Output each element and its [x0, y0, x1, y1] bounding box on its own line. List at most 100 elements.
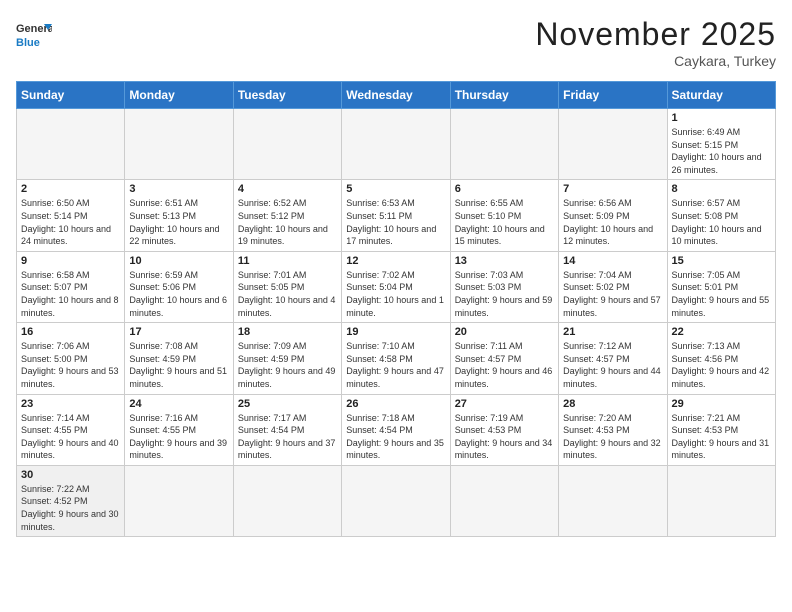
day-info: Sunrise: 7:02 AM Sunset: 5:04 PM Dayligh… — [346, 269, 445, 319]
logo: General Blue — [16, 16, 52, 52]
day-info: Sunrise: 7:14 AM Sunset: 4:55 PM Dayligh… — [21, 412, 120, 462]
day-info: Sunrise: 7:10 AM Sunset: 4:58 PM Dayligh… — [346, 340, 445, 390]
calendar-cell: 26Sunrise: 7:18 AM Sunset: 4:54 PM Dayli… — [342, 394, 450, 465]
day-number: 28 — [563, 398, 662, 410]
day-info: Sunrise: 7:22 AM Sunset: 4:52 PM Dayligh… — [21, 483, 120, 533]
page-header: General Blue November 2025 Caykara, Turk… — [16, 16, 776, 69]
logo-icon: General Blue — [16, 16, 52, 52]
day-number: 8 — [672, 183, 771, 195]
day-number: 29 — [672, 398, 771, 410]
day-info: Sunrise: 6:50 AM Sunset: 5:14 PM Dayligh… — [21, 197, 120, 247]
calendar-cell — [233, 465, 341, 536]
weekday-header-wednesday: Wednesday — [342, 82, 450, 109]
day-info: Sunrise: 7:01 AM Sunset: 5:05 PM Dayligh… — [238, 269, 337, 319]
day-number: 27 — [455, 398, 554, 410]
weekday-header-row: SundayMondayTuesdayWednesdayThursdayFrid… — [17, 82, 776, 109]
calendar-cell: 4Sunrise: 6:52 AM Sunset: 5:12 PM Daylig… — [233, 180, 341, 251]
svg-text:Blue: Blue — [16, 37, 40, 49]
day-info: Sunrise: 6:58 AM Sunset: 5:07 PM Dayligh… — [21, 269, 120, 319]
calendar-week-row: 30 Sunrise: 7:22 AM Sunset: 4:52 PM Dayli… — [17, 465, 776, 536]
calendar-cell — [559, 465, 667, 536]
day-number: 16 — [21, 326, 120, 338]
weekday-header-sunday: Sunday — [17, 82, 125, 109]
calendar-cell: 12 Sunrise: 7:02 AM Sunset: 5:04 PM Dayli… — [342, 251, 450, 322]
calendar-cell — [559, 109, 667, 180]
calendar-cell: 13Sunrise: 7:03 AM Sunset: 5:03 PM Dayli… — [450, 251, 558, 322]
calendar-cell: 28 Sunrise: 7:20 AM Sunset: 4:53 PM Dayli… — [559, 394, 667, 465]
day-number: 2 — [21, 183, 120, 195]
day-info: Sunrise: 6:52 AM Sunset: 5:12 PM Dayligh… — [238, 197, 337, 247]
calendar-cell: 1 Sunrise: 6:49 AM Sunset: 5:15 PM Daylig… — [667, 109, 775, 180]
calendar-cell — [450, 109, 558, 180]
day-info: Sunrise: 6:49 AM Sunset: 5:15 PM Dayligh… — [672, 126, 771, 176]
day-info: Sunrise: 7:18 AM Sunset: 4:54 PM Dayligh… — [346, 412, 445, 462]
calendar-cell: 18 Sunrise: 7:09 AM Sunset: 4:59 PM Dayli… — [233, 323, 341, 394]
calendar-cell: 6 Sunrise: 6:55 AM Sunset: 5:10 PM Daylig… — [450, 180, 558, 251]
day-info: Sunrise: 7:06 AM Sunset: 5:00 PM Dayligh… — [21, 340, 120, 390]
day-number: 12 — [346, 255, 445, 267]
day-number: 7 — [563, 183, 662, 195]
calendar-cell — [450, 465, 558, 536]
calendar-cell — [667, 465, 775, 536]
day-info: Sunrise: 6:55 AM Sunset: 5:10 PM Dayligh… — [455, 197, 554, 247]
calendar-cell: 22 Sunrise: 7:13 AM Sunset: 4:56 PM Dayli… — [667, 323, 775, 394]
calendar-cell: 10 Sunrise: 6:59 AM Sunset: 5:06 PM Dayli… — [125, 251, 233, 322]
calendar-cell: 16 Sunrise: 7:06 AM Sunset: 5:00 PM Dayli… — [17, 323, 125, 394]
calendar-week-row: 23 Sunrise: 7:14 AM Sunset: 4:55 PM Dayli… — [17, 394, 776, 465]
calendar-cell — [342, 465, 450, 536]
calendar-cell: 11 Sunrise: 7:01 AM Sunset: 5:05 PM Dayli… — [233, 251, 341, 322]
day-number: 21 — [563, 326, 662, 338]
calendar-cell — [17, 109, 125, 180]
calendar-cell — [233, 109, 341, 180]
calendar-cell: 9 Sunrise: 6:58 AM Sunset: 5:07 PM Daylig… — [17, 251, 125, 322]
day-number: 22 — [672, 326, 771, 338]
calendar-cell — [342, 109, 450, 180]
calendar-cell: 24 Sunrise: 7:16 AM Sunset: 4:55 PM Dayli… — [125, 394, 233, 465]
calendar-cell: 29 Sunrise: 7:21 AM Sunset: 4:53 PM Dayli… — [667, 394, 775, 465]
day-info: Sunrise: 7:09 AM Sunset: 4:59 PM Dayligh… — [238, 340, 337, 390]
day-info: Sunrise: 7:03 AM Sunset: 5:03 PM Dayligh… — [455, 269, 554, 319]
day-info: Sunrise: 6:59 AM Sunset: 5:06 PM Dayligh… — [129, 269, 228, 319]
calendar-cell: 8 Sunrise: 6:57 AM Sunset: 5:08 PM Daylig… — [667, 180, 775, 251]
calendar-week-row: 2 Sunrise: 6:50 AM Sunset: 5:14 PM Daylig… — [17, 180, 776, 251]
calendar-cell: 30 Sunrise: 7:22 AM Sunset: 4:52 PM Dayli… — [17, 465, 125, 536]
calendar-cell: 3Sunrise: 6:51 AM Sunset: 5:13 PM Daylig… — [125, 180, 233, 251]
calendar-table: SundayMondayTuesdayWednesdayThursdayFrid… — [16, 81, 776, 537]
day-info: Sunrise: 7:20 AM Sunset: 4:53 PM Dayligh… — [563, 412, 662, 462]
day-info: Sunrise: 7:17 AM Sunset: 4:54 PM Dayligh… — [238, 412, 337, 462]
calendar-week-row: 16 Sunrise: 7:06 AM Sunset: 5:00 PM Dayli… — [17, 323, 776, 394]
day-info: Sunrise: 7:12 AM Sunset: 4:57 PM Dayligh… — [563, 340, 662, 390]
day-info: Sunrise: 6:57 AM Sunset: 5:08 PM Dayligh… — [672, 197, 771, 247]
day-info: Sunrise: 7:04 AM Sunset: 5:02 PM Dayligh… — [563, 269, 662, 319]
month-title: November 2025 — [535, 16, 776, 53]
day-number: 6 — [455, 183, 554, 195]
weekday-header-monday: Monday — [125, 82, 233, 109]
day-info: Sunrise: 6:51 AM Sunset: 5:13 PM Dayligh… — [129, 197, 228, 247]
calendar-cell: 21 Sunrise: 7:12 AM Sunset: 4:57 PM Dayli… — [559, 323, 667, 394]
day-number: 1 — [672, 112, 771, 124]
calendar-cell: 15Sunrise: 7:05 AM Sunset: 5:01 PM Dayli… — [667, 251, 775, 322]
day-info: Sunrise: 7:08 AM Sunset: 4:59 PM Dayligh… — [129, 340, 228, 390]
day-number: 17 — [129, 326, 228, 338]
weekday-header-friday: Friday — [559, 82, 667, 109]
calendar-cell: 7 Sunrise: 6:56 AM Sunset: 5:09 PM Daylig… — [559, 180, 667, 251]
calendar-cell: 23 Sunrise: 7:14 AM Sunset: 4:55 PM Dayli… — [17, 394, 125, 465]
day-number: 15 — [672, 255, 771, 267]
day-number: 10 — [129, 255, 228, 267]
calendar-cell: 14Sunrise: 7:04 AM Sunset: 5:02 PM Dayli… — [559, 251, 667, 322]
day-number: 11 — [238, 255, 337, 267]
calendar-cell: 2 Sunrise: 6:50 AM Sunset: 5:14 PM Daylig… — [17, 180, 125, 251]
day-number: 5 — [346, 183, 445, 195]
day-number: 24 — [129, 398, 228, 410]
calendar-cell: 25Sunrise: 7:17 AM Sunset: 4:54 PM Dayli… — [233, 394, 341, 465]
weekday-header-thursday: Thursday — [450, 82, 558, 109]
day-number: 18 — [238, 326, 337, 338]
day-info: Sunrise: 7:21 AM Sunset: 4:53 PM Dayligh… — [672, 412, 771, 462]
day-number: 9 — [21, 255, 120, 267]
calendar-cell: 17 Sunrise: 7:08 AM Sunset: 4:59 PM Dayli… — [125, 323, 233, 394]
day-number: 30 — [21, 469, 120, 481]
day-info: Sunrise: 7:13 AM Sunset: 4:56 PM Dayligh… — [672, 340, 771, 390]
day-info: Sunrise: 6:56 AM Sunset: 5:09 PM Dayligh… — [563, 197, 662, 247]
day-number: 23 — [21, 398, 120, 410]
day-info: Sunrise: 7:16 AM Sunset: 4:55 PM Dayligh… — [129, 412, 228, 462]
